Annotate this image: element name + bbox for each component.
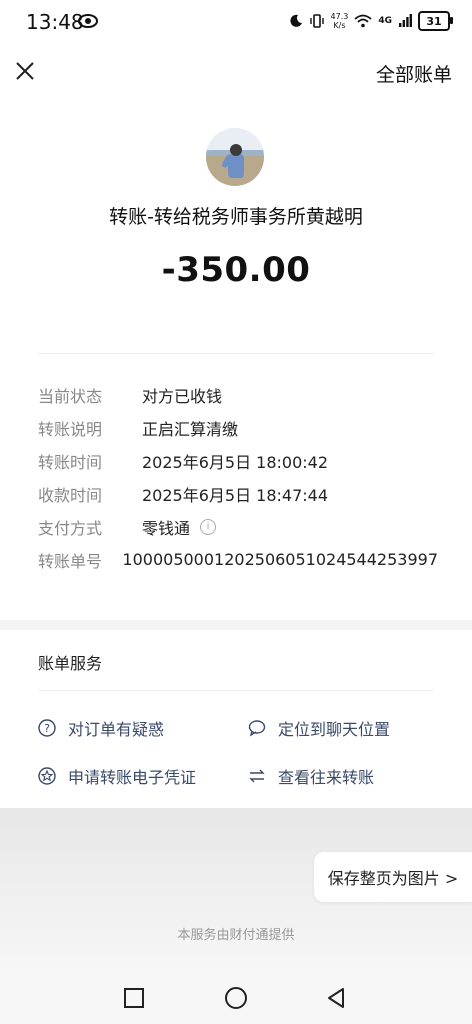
status-bar: 13:48 47.3 K/s 4G 31 — [0, 0, 472, 44]
detail-value: 1000050001202506051024544253997 — [122, 550, 438, 569]
detail-label: 转账时间 — [38, 452, 103, 472]
detail-value: 正启汇算清缴 — [142, 419, 239, 439]
recent-apps-icon[interactable] — [122, 986, 146, 1010]
service-view-transfers[interactable]: 查看往来转账 — [248, 764, 374, 788]
service-label: 申请转账电子凭证 — [68, 768, 197, 787]
service-locate-chat[interactable]: 定位到聊天位置 — [248, 716, 390, 740]
home-icon[interactable] — [224, 986, 248, 1010]
detail-value: 零钱通 — [142, 518, 191, 538]
detail-row-note: 转账说明 正启汇算清缴 — [38, 411, 438, 444]
navigation-bar — [0, 972, 472, 1024]
transfer-amount: -350.00 — [161, 250, 311, 290]
header: 全部账单 — [0, 46, 472, 100]
detail-label: 收款时间 — [38, 485, 103, 505]
details-list: 当前状态 对方已收钱 转账说明 正启汇算清缴 转账时间 2025年6月5日 18… — [38, 378, 438, 576]
service-apply-voucher[interactable]: 申请转账电子凭证 — [38, 764, 196, 788]
status-icons: 47.3 K/s 4G 31 — [289, 11, 453, 31]
footer-note: 本服务由财付通提供 — [177, 928, 295, 943]
avatar — [206, 128, 264, 186]
transfer-title: 转账-转给税务师事务所黄越明 — [109, 206, 363, 228]
status-time: 13:48 — [26, 10, 84, 34]
signal-icon — [399, 14, 412, 27]
service-label: 定位到聊天位置 — [278, 720, 391, 739]
all-bills-link[interactable]: 全部账单 — [376, 60, 452, 87]
divider — [38, 690, 434, 691]
save-page-as-image-button[interactable]: 保存整页为图片 > — [314, 852, 472, 902]
battery-level: 31 — [426, 14, 442, 28]
detail-value: 2025年6月5日 18:47:44 — [142, 485, 329, 505]
info-icon[interactable]: i — [200, 518, 217, 535]
moon-icon — [289, 14, 302, 27]
service-label: 查看往来转账 — [278, 768, 375, 787]
question-icon: ? — [38, 719, 56, 737]
divider — [38, 353, 434, 354]
svg-text:?: ? — [44, 722, 50, 735]
services-title: 账单服务 — [38, 654, 103, 673]
detail-row-transfer-id: 转账单号 1000050001202506051024544253997 — [38, 543, 438, 576]
back-icon[interactable] — [324, 986, 348, 1010]
net-speed-value: 47.3 — [330, 12, 349, 21]
detail-label: 转账说明 — [38, 419, 103, 439]
detail-row-payment-method: 支付方式 零钱通 i — [38, 510, 438, 543]
swap-arrows-icon — [248, 767, 266, 785]
detail-label: 当前状态 — [38, 386, 103, 406]
signal-label: 4G — [378, 16, 392, 26]
detail-row-status: 当前状态 对方已收钱 — [38, 378, 438, 411]
eye-icon — [78, 14, 98, 28]
detail-value: 2025年6月5日 18:00:42 — [142, 452, 329, 472]
detail-value: 对方已收钱 — [142, 386, 223, 406]
bill-services: 账单服务 ? 对订单有疑惑 定位到聊天位置 申请转账电子凭证 查看往来转账 — [0, 630, 472, 808]
battery-indicator: 31 — [418, 11, 453, 31]
close-icon[interactable] — [10, 56, 40, 86]
chat-bubble-icon — [248, 719, 266, 737]
vibrate-icon — [309, 14, 324, 28]
net-speed: 47.3 K/s — [331, 12, 349, 30]
detail-row-transfer-time: 转账时间 2025年6月5日 18:00:42 — [38, 444, 438, 477]
detail-row-receive-time: 收款时间 2025年6月5日 18:47:44 — [38, 477, 438, 510]
service-label: 对订单有疑惑 — [68, 720, 165, 739]
net-speed-unit: K/s — [333, 21, 346, 30]
detail-label: 支付方式 — [38, 518, 103, 538]
section-separator — [0, 620, 472, 630]
wifi-icon — [354, 14, 372, 28]
star-badge-icon — [38, 767, 56, 785]
detail-label: 转账单号 — [38, 551, 103, 571]
service-order-question[interactable]: ? 对订单有疑惑 — [38, 716, 164, 740]
